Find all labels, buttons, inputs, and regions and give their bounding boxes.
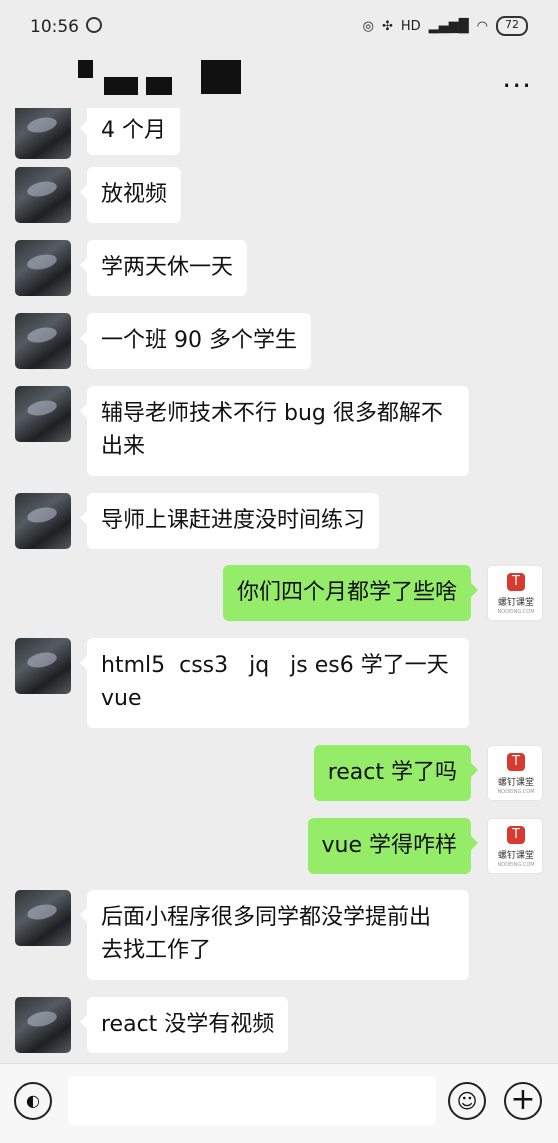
brand-logo-icon: T — [507, 826, 525, 844]
signal-label: HD — [400, 18, 421, 34]
contact-avatar[interactable] — [15, 890, 71, 946]
redacted-title — [201, 60, 241, 94]
message-bubble[interactable]: 后面小程序很多同学都没学提前出 去找工作了 — [80, 890, 469, 980]
signal-icon: ▂▄▆█ — [428, 18, 469, 34]
contact-avatar[interactable] — [15, 638, 71, 694]
message-input-bar: ◐ ☺ + — [0, 1063, 558, 1143]
message-bubble[interactable]: 4 个月 — [80, 108, 180, 155]
contact-avatar[interactable] — [15, 167, 71, 223]
brand-logo-icon: T — [507, 753, 525, 771]
brand-url: NODEING.COM — [497, 609, 535, 615]
plus-icon[interactable]: + — [504, 1082, 542, 1120]
contact-avatar[interactable] — [15, 386, 71, 442]
brand-logo-icon: T — [507, 573, 525, 591]
status-indicators: ◎ ✣ HD ▂▄▆█ ◠ 72 — [363, 16, 528, 36]
battery-icon: 72 — [496, 16, 528, 36]
message-bubble[interactable]: react 学了吗 — [313, 745, 479, 801]
contact-avatar[interactable] — [15, 997, 71, 1053]
message-bubble[interactable]: html5 css3 jq js es6 学了一天 vue — [80, 638, 469, 728]
brand-avatar[interactable]: T 螺钉课堂 NODEING.COM — [487, 745, 543, 801]
wifi-icon: ◠ — [476, 18, 488, 34]
redacted-title — [146, 77, 172, 95]
message-bubble[interactable]: 你们四个月都学了些啥 — [222, 565, 479, 621]
brand-name: 螺钉课堂 — [497, 778, 534, 788]
voice-icon[interactable]: ◐ — [14, 1082, 52, 1120]
contact-avatar[interactable] — [15, 313, 71, 369]
contact-avatar[interactable] — [15, 108, 71, 159]
status-bar: 10:56 ◎ ✣ HD ▂▄▆█ ◠ 72 — [0, 0, 558, 52]
brand-url: NODEING.COM — [497, 862, 535, 868]
message-bubble[interactable]: 导师上课赶进度没时间练习 — [79, 493, 380, 549]
emoji-icon[interactable]: ☺ — [448, 1082, 486, 1120]
message-input[interactable] — [68, 1077, 436, 1125]
chat-history[interactable]: 4 个月 放视频 学两天休一天 一个班 90 多个学生 辅导老师技术不行 bug… — [0, 108, 558, 1063]
bluetooth-icon: ✣ — [381, 18, 393, 34]
message-bubble[interactable]: react 没学有视频 — [79, 997, 289, 1053]
message-bubble[interactable]: 辅导老师技术不行 bug 很多都解不 出来 — [80, 386, 469, 476]
brand-name: 螺钉课堂 — [497, 851, 534, 861]
message-bubble[interactable]: 学两天休一天 — [79, 240, 248, 296]
message-bubble[interactable]: 一个班 90 多个学生 — [80, 313, 311, 369]
location-icon: ◎ — [362, 18, 374, 34]
more-options-button[interactable]: ... — [502, 64, 532, 92]
redacted-title — [104, 77, 138, 95]
brand-avatar[interactable]: T 螺钉课堂 NODEING.COM — [487, 565, 543, 621]
message-bubble[interactable]: 放视频 — [79, 167, 182, 223]
brand-url: NODEING.COM — [497, 789, 535, 795]
brand-avatar[interactable]: T 螺钉课堂 NODEING.COM — [487, 818, 543, 874]
chat-header: ... — [0, 52, 558, 108]
brand-name: 螺钉课堂 — [497, 598, 534, 608]
contact-avatar[interactable] — [15, 240, 71, 296]
redacted-title — [78, 60, 93, 78]
alarm-icon — [86, 17, 102, 33]
contact-avatar[interactable] — [15, 493, 71, 549]
status-time: 10:56 — [30, 17, 79, 37]
message-bubble[interactable]: vue 学得咋样 — [307, 818, 478, 874]
